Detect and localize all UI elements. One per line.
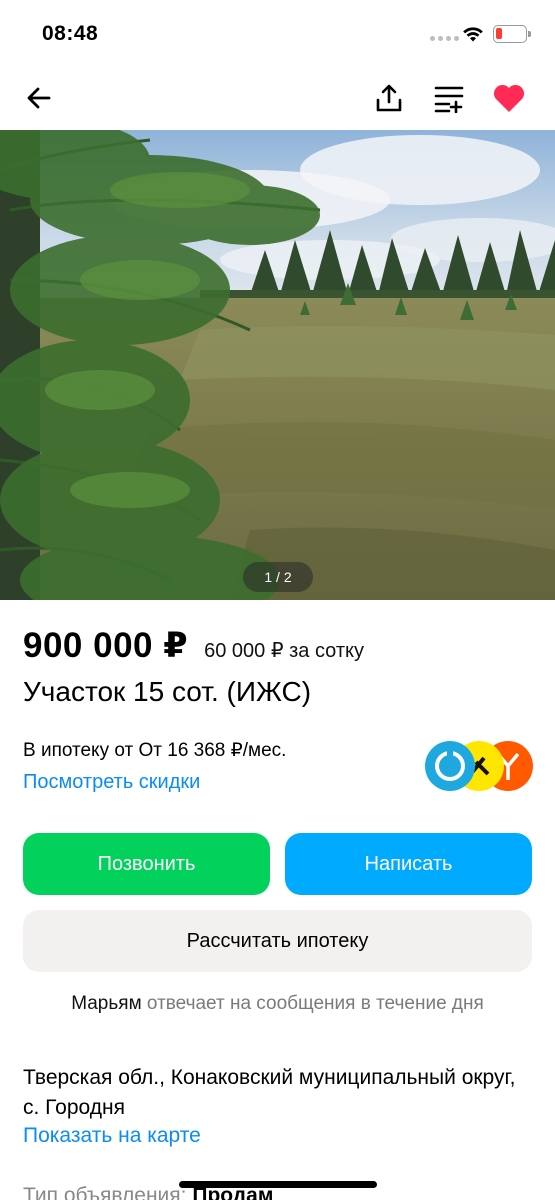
- mortgage-offer-text: В ипотеку от От 16 368 ₽/мес.: [23, 740, 287, 761]
- response-time-text: отвечает на сообщения в течение дня: [146, 993, 484, 1014]
- photo-gallery[interactable]: 1 / 2: [0, 130, 555, 600]
- view-discounts-link[interactable]: Посмотреть скидки: [23, 771, 200, 794]
- listing-title: Участок 15 сот. (ИЖС): [23, 676, 312, 707]
- write-message-button[interactable]: Написать: [285, 833, 532, 895]
- favorite-button[interactable]: [491, 80, 527, 116]
- share-button[interactable]: [371, 80, 407, 116]
- price-per-unit: 60 000 ₽ за сотку: [204, 640, 364, 662]
- battery-icon: [493, 25, 531, 43]
- arrow-left-icon: [27, 87, 51, 109]
- price-row: 900 000 ₽ 60 000 ₽ за сотку: [23, 626, 364, 666]
- price: 900 000 ₽: [23, 626, 189, 665]
- heart-icon: [493, 84, 525, 112]
- bank-logos[interactable]: [424, 740, 534, 792]
- bank-logo-icon: [425, 741, 475, 791]
- home-indicator[interactable]: [179, 1181, 377, 1188]
- compare-icon: [434, 86, 464, 113]
- share-icon: [376, 84, 402, 112]
- seller-response-note: Марьям отвечает на сообщения в течение д…: [0, 993, 555, 1015]
- top-nav-bar: [0, 72, 555, 124]
- show-on-map-link[interactable]: Показать на карте: [23, 1124, 201, 1148]
- listing-photo: [0, 130, 555, 600]
- photo-counter: 1 / 2: [243, 562, 313, 592]
- compare-button[interactable]: [431, 80, 467, 116]
- calculate-mortgage-button[interactable]: Рассчитать ипотеку: [23, 910, 532, 972]
- signal-icon: [430, 36, 459, 41]
- wifi-icon: [462, 25, 484, 48]
- back-button[interactable]: [21, 80, 57, 116]
- call-button[interactable]: Позвонить: [23, 833, 270, 895]
- ad-type-label: Тип объявления:: [23, 1184, 187, 1200]
- status-time: 08:48: [42, 22, 99, 45]
- address: Тверская обл., Конаковский муниципальный…: [23, 1066, 516, 1119]
- status-bar: 08:48: [0, 0, 555, 70]
- seller-name: Марьям: [71, 993, 142, 1014]
